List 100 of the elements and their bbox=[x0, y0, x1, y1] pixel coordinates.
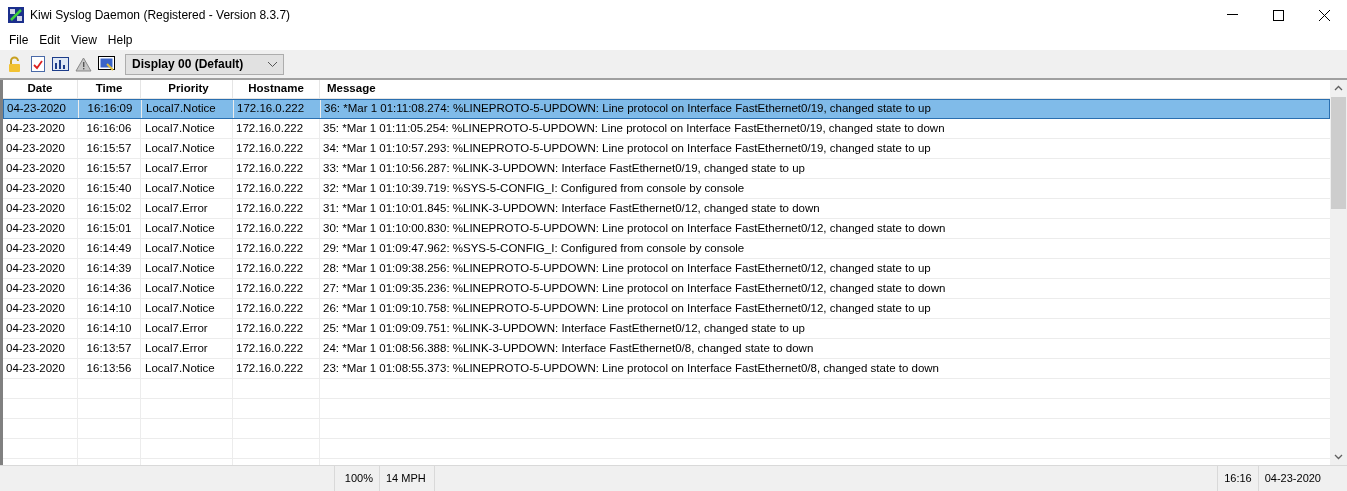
display-dropdown[interactable]: Display 00 (Default) bbox=[125, 53, 284, 75]
table-cell: 04-23-2020 bbox=[3, 179, 78, 198]
table-cell: 172.16.0.222 bbox=[233, 159, 320, 178]
table-cell: 172.16.0.222 bbox=[233, 219, 320, 238]
table-cell-text: 25: *Mar 1 01:09:09.751: %LINK-3-UPDOWN: Interface FastEthernet0/12, changed state to up bbox=[322, 320, 806, 336]
table-cell: 16:15:40 bbox=[78, 179, 141, 198]
log-row[interactable]: 04-23-2020 16:15:57 Local7.Error 172.16.0.222 33: *Mar 1 01:10:56.287: %LINK-3-UPDOWN: Interface FastEthernet0/19, changed state to up bbox=[3, 159, 1330, 179]
scrollbar-thumb[interactable] bbox=[1331, 97, 1346, 209]
table-cell: 16:14:10 bbox=[78, 299, 141, 318]
column-header[interactable]: Date bbox=[3, 80, 78, 98]
table-cell: 172.16.0.222 bbox=[233, 179, 320, 198]
menu-item[interactable]: File bbox=[3, 31, 34, 49]
zoom-level: 100% bbox=[334, 466, 379, 491]
monitor-icon[interactable] bbox=[98, 55, 115, 73]
table-cell: 04-23-2020 bbox=[3, 139, 78, 158]
log-row[interactable]: 04-23-2020 16:15:57 Local7.Notice 172.16.0.222 34: *Mar 1 01:10:57.293: %LINEPROTO-5-UPDOWN: Line protocol on Interface FastEthernet0/19, changed state to up bbox=[3, 139, 1330, 159]
table-cell-text: 27: *Mar 1 01:09:35.236: %LINEPROTO-5-UPDOWN: Line protocol on Interface FastEthernet0/12, changed state to down bbox=[322, 280, 947, 296]
column-header[interactable]: Hostname bbox=[233, 80, 320, 98]
caret-icon bbox=[268, 61, 277, 67]
status-date: 04-23-2020 bbox=[1257, 466, 1327, 491]
minimize-icon bbox=[1226, 14, 1238, 16]
menu-item[interactable]: Edit bbox=[33, 31, 66, 49]
table-cell: 04-23-2020 bbox=[3, 339, 78, 358]
status-time: 16:16 bbox=[1217, 466, 1258, 491]
speed-reading: 14 MPH bbox=[379, 466, 434, 491]
table-cell: Local7.Error bbox=[141, 159, 233, 178]
table-cell: 04-23-2020 bbox=[3, 239, 78, 258]
table-cell: 16:15:01 bbox=[78, 219, 141, 238]
table-cell: Local7.Notice bbox=[141, 299, 233, 318]
table-cell-text: 32: *Mar 1 01:10:39.719: %SYS-5-CONFIG_I: Configured from console by console bbox=[322, 180, 746, 196]
table-cell: 172.16.0.222 bbox=[233, 259, 320, 278]
table-cell: 172.16.0.222 bbox=[233, 239, 320, 258]
log-row[interactable]: 04-23-2020 16:15:01 Local7.Notice 172.16.0.222 30: *Mar 1 01:10:00.830: %LINEPROTO-5-UPDOWN: Line protocol on Interface FastEthernet0/12, changed state to down bbox=[3, 219, 1330, 239]
close-icon bbox=[1318, 9, 1330, 21]
log-row[interactable]: 04-23-2020 16:15:40 Local7.Notice 172.16.0.222 32: *Mar 1 01:10:39.719: %SYS-5-CONFIG_I: Configured from console by console bbox=[3, 179, 1330, 199]
table-cell: 172.16.0.222 bbox=[233, 199, 320, 218]
log-row[interactable]: 04-23-2020 16:14:49 Local7.Notice 172.16.0.222 29: *Mar 1 01:09:47.962: %SYS-5-CONFIG_I: Configured from console by console bbox=[3, 239, 1330, 259]
table-cell: 04-23-2020 bbox=[3, 359, 78, 378]
log-row[interactable]: 04-23-2020 16:16:09 Local7.Notice 172.16.0.222 36: *Mar 1 01:11:08.274: %LINEPROTO-5-UPDOWN: Line protocol on Interface FastEthernet0/19, changed state to up bbox=[3, 99, 1330, 119]
table-cell-text: 35: *Mar 1 01:11:05.254: %LINEPROTO-5-UPDOWN: Line protocol on Interface FastEthernet0/19, changed state to down bbox=[322, 120, 946, 136]
log-row[interactable]: 04-23-2020 16:13:56 Local7.Notice 172.16.0.222 23: *Mar 1 01:08:55.373: %LINEPROTO-5-UPDOWN: Line protocol on Interface FastEthernet0/8, changed state to down bbox=[3, 359, 1330, 379]
table-cell: 04-23-2020 bbox=[3, 299, 78, 318]
app-icon bbox=[8, 7, 24, 23]
table-cell: Local7.Error bbox=[141, 199, 233, 218]
table-cell: 16:14:36 bbox=[78, 279, 141, 298]
log-row[interactable]: 04-23-2020 16:14:10 Local7.Notice 172.16.0.222 26: *Mar 1 01:09:10.758: %LINEPROTO-5-UPDOWN: Line protocol on Interface FastEthernet0/12, changed state to up bbox=[3, 299, 1330, 319]
log-row[interactable]: 04-23-2020 16:14:10 Local7.Error 172.16.0.222 25: *Mar 1 01:09:09.751: %LINK-3-UPDOWN: Interface FastEthernet0/12, changed state to up bbox=[3, 319, 1330, 339]
log-row[interactable]: 04-23-2020 16:16:06 Local7.Notice 172.16.0.222 35: *Mar 1 01:11:05.254: %LINEPROTO-5-UPDOWN: Line protocol on Interface FastEthernet0/19, changed state to down bbox=[3, 119, 1330, 139]
menu-item[interactable]: View bbox=[65, 31, 102, 49]
table-cell: 16:15:57 bbox=[78, 159, 141, 178]
table-cell-text: 28: *Mar 1 01:09:38.256: %LINEPROTO-5-UPDOWN: Line protocol on Interface FastEthernet0/12, changed state to up bbox=[322, 260, 932, 276]
table-cell: 04-23-2020 bbox=[3, 319, 78, 338]
log-row[interactable]: 04-23-2020 16:14:39 Local7.Notice 172.16.0.222 28: *Mar 1 01:09:38.256: %LINEPROTO-5-UPDOWN: Line protocol on Interface FastEthernet0/12, changed state to up bbox=[3, 259, 1330, 279]
table-cell: 04-23-2020 bbox=[3, 279, 78, 298]
table-cell: 172.16.0.222 bbox=[233, 119, 320, 138]
table-cell: 172.16.0.222 bbox=[233, 139, 320, 158]
table-cell: Local7.Notice bbox=[141, 119, 233, 138]
table-cell: 172.16.0.222 bbox=[233, 319, 320, 338]
table-cell: 172.16.0.222 bbox=[233, 299, 320, 318]
table-cell: Local7.Notice bbox=[141, 259, 233, 278]
menu-item[interactable]: Help bbox=[101, 31, 138, 49]
table-cell: 04-23-2020 bbox=[3, 259, 78, 278]
table-cell: Local7.Error bbox=[141, 339, 233, 358]
table-cell: Local7.Notice bbox=[141, 359, 233, 378]
table-cell-text: 24: *Mar 1 01:08:56.388: %LINK-3-UPDOWN: Interface FastEthernet0/8, changed state to down bbox=[322, 340, 815, 356]
table-cell: 172.16.0.222 bbox=[233, 359, 320, 378]
table-cell: 04-23-2020 bbox=[4, 100, 79, 118]
table-cell: Local7.Notice bbox=[141, 239, 233, 258]
table-cell-text: 33: *Mar 1 01:10:56.287: %LINK-3-UPDOWN: Interface FastEthernet0/19, changed state to up bbox=[322, 160, 806, 176]
table-cell: 172.16.0.222 bbox=[233, 339, 320, 358]
chart-icon[interactable] bbox=[52, 55, 69, 73]
warning-icon[interactable] bbox=[75, 55, 92, 73]
table-cell: 04-23-2020 bbox=[3, 119, 78, 138]
table-cell: 16:15:57 bbox=[78, 139, 141, 158]
window-title: Kiwi Syslog Daemon (Registered - Version 8.3.7) bbox=[30, 7, 291, 24]
column-header[interactable]: Priority bbox=[141, 80, 233, 98]
checklist-icon[interactable] bbox=[29, 55, 46, 73]
table-cell: Local7.Notice bbox=[141, 219, 233, 238]
table-cell: 16:16:09 bbox=[79, 100, 142, 118]
table-cell: 172.16.0.222 bbox=[234, 100, 321, 118]
table-cell: 16:15:02 bbox=[78, 199, 141, 218]
log-row[interactable]: 04-23-2020 16:13:57 Local7.Error 172.16.0.222 24: *Mar 1 01:08:56.388: %LINK-3-UPDOWN: Interface FastEthernet0/8, changed state to down bbox=[3, 339, 1330, 359]
table-cell: Local7.Notice bbox=[141, 179, 233, 198]
column-header[interactable]: Time bbox=[78, 80, 141, 98]
table-cell: 172.16.0.222 bbox=[233, 279, 320, 298]
table-cell: 04-23-2020 bbox=[3, 199, 78, 218]
table-cell: 16:16:06 bbox=[78, 119, 141, 138]
table-cell-text: 23: *Mar 1 01:08:55.373: %LINEPROTO-5-UPDOWN: Line protocol on Interface FastEthernet0/8, changed state to down bbox=[322, 360, 940, 376]
table-cell: Local7.Error bbox=[141, 319, 233, 338]
log-row[interactable]: 04-23-2020 16:15:02 Local7.Error 172.16.0.222 31: *Mar 1 01:10:01.845: %LINK-3-UPDOWN: Interface FastEthernet0/12, changed state to down bbox=[3, 199, 1330, 219]
table-cell-text: 31: *Mar 1 01:10:01.845: %LINK-3-UPDOWN: Interface FastEthernet0/12, changed state to down bbox=[322, 200, 821, 216]
table-cell: Local7.Notice bbox=[142, 100, 234, 118]
table-cell: 16:13:57 bbox=[78, 339, 141, 358]
log-row[interactable]: 04-23-2020 16:14:36 Local7.Notice 172.16.0.222 27: *Mar 1 01:09:35.236: %LINEPROTO-5-UPDOWN: Line protocol on Interface FastEthernet0/12, changed state to down bbox=[3, 279, 1330, 299]
table-cell-text: 26: *Mar 1 01:09:10.758: %LINEPROTO-5-UPDOWN: Line protocol on Interface FastEthernet0/12, changed state to up bbox=[322, 300, 932, 316]
table-cell: 16:14:49 bbox=[78, 239, 141, 258]
table-cell-text: 36: *Mar 1 01:11:08.274: %LINEPROTO-5-UPDOWN: Line protocol on Interface FastEthernet0/19, changed state to up bbox=[323, 101, 932, 117]
column-header[interactable]: Message bbox=[320, 80, 1330, 98]
table-cell-text: 34: *Mar 1 01:10:57.293: %LINEPROTO-5-UPDOWN: Line protocol on Interface FastEthernet0/19, changed state to up bbox=[322, 140, 932, 156]
table-cell-text: 29: *Mar 1 01:09:47.962: %SYS-5-CONFIG_I: Configured from console by console bbox=[322, 240, 746, 256]
